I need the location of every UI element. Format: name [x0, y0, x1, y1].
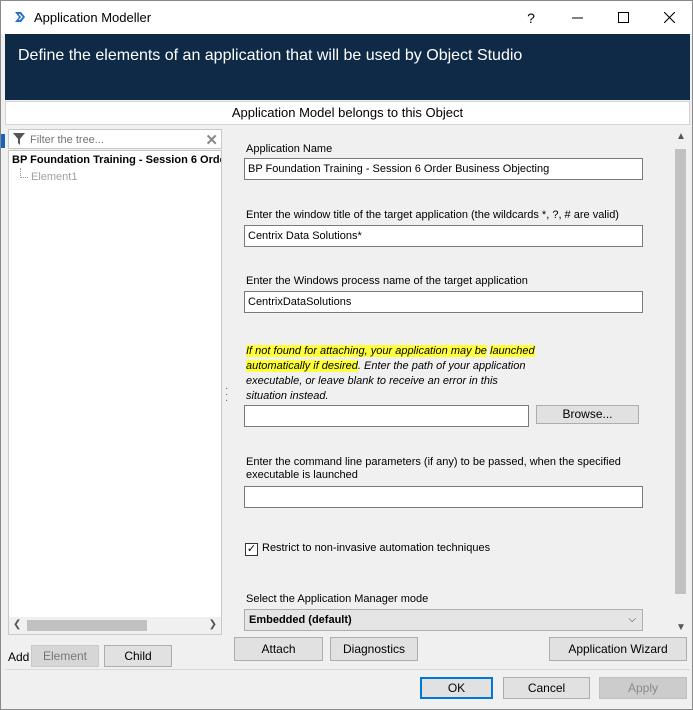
maximize-button[interactable] — [600, 1, 646, 34]
footer-divider — [5, 669, 690, 670]
form-vertical-scrollbar[interactable]: ▲ ▼ — [672, 129, 689, 635]
checkmark-icon: ✓ — [246, 543, 257, 555]
mode-select-value: Embedded (default) — [249, 614, 352, 626]
app-icon — [15, 12, 25, 22]
window-title-label: Enter the window title of the target app… — [246, 209, 619, 221]
apply-button[interactable]: Apply — [599, 677, 687, 699]
tree-connector — [20, 168, 28, 178]
scroll-up-icon[interactable]: ▲ — [676, 131, 686, 142]
command-line-field[interactable] — [244, 486, 643, 508]
scroll-right-icon[interactable]: ❯ — [209, 619, 217, 630]
mode-select[interactable]: Embedded (default) ⌵ — [244, 609, 643, 631]
chevron-down-icon: ⌵ — [628, 614, 636, 625]
banner-text: Define the elements of an application th… — [18, 47, 523, 64]
launch-note: If not found for attaching, your applica… — [246, 344, 536, 404]
element-tree: BP Foundation Training - Session 6 Order… — [8, 150, 222, 635]
process-name-label: Enter the Windows process name of the ta… — [246, 275, 528, 287]
cancel-button[interactable]: Cancel — [503, 677, 590, 699]
close-button[interactable] — [646, 1, 692, 34]
tree-root-node[interactable]: BP Foundation Training - Session 6 Order… — [12, 154, 221, 166]
filter-icon — [13, 133, 25, 145]
maximize-icon — [617, 12, 629, 23]
restrict-checkbox[interactable]: ✓ — [245, 543, 258, 556]
help-button[interactable]: ? — [508, 1, 554, 34]
scroll-left-icon[interactable]: ❮ — [13, 619, 21, 630]
left-edge-marker — [1, 134, 5, 148]
close-icon — [663, 12, 675, 23]
attach-button[interactable]: Attach — [234, 637, 323, 661]
ok-button[interactable]: OK — [420, 677, 493, 699]
application-modeller-window: Application Modeller ? Define the elemen… — [0, 0, 693, 710]
tree-horizontal-scrollbar[interactable]: ❮ ❯ — [9, 617, 221, 634]
minimize-icon — [571, 17, 583, 19]
restrict-label: Restrict to non-invasive automation tech… — [262, 542, 491, 554]
tree-node-element1[interactable]: Element1 — [31, 171, 77, 183]
diagnostics-button[interactable]: Diagnostics — [330, 637, 418, 661]
window-title-field[interactable]: Centrix Data Solutions* — [244, 225, 643, 247]
add-child-button[interactable]: Child — [104, 645, 172, 667]
application-wizard-button[interactable]: Application Wizard — [549, 637, 687, 661]
browse-button[interactable]: Browse... — [536, 405, 639, 424]
app-name-label: Application Name — [246, 143, 333, 155]
vertical-scroll-thumb[interactable] — [675, 149, 686, 594]
scroll-down-icon[interactable]: ▼ — [676, 622, 686, 633]
mode-label: Select the Application Manager mode — [246, 593, 429, 605]
process-name-field[interactable]: CentrixDataSolutions — [244, 291, 643, 313]
filter-input[interactable] — [30, 132, 200, 147]
note-highlight-1: If not found for attaching, your applica… — [246, 345, 487, 357]
executable-path-field[interactable] — [244, 405, 529, 427]
add-label: Add — [8, 650, 30, 664]
object-bar: Application Model belongs to this Object — [5, 101, 690, 125]
tree-filter: ✕ — [8, 129, 222, 149]
command-line-label: Enter the command line parameters (if an… — [246, 456, 621, 481]
header-banner: Define the elements of an application th… — [5, 34, 690, 100]
minimize-button[interactable] — [554, 1, 600, 34]
add-element-button[interactable]: Element — [31, 645, 99, 667]
scroll-thumb[interactable] — [27, 620, 147, 631]
clear-filter-icon[interactable]: ✕ — [205, 131, 218, 149]
app-name-field[interactable]: BP Foundation Training - Session 6 Order… — [244, 158, 643, 180]
window-title: Application Modeller — [34, 10, 152, 25]
title-bar: Application Modeller ? — [1, 1, 692, 34]
